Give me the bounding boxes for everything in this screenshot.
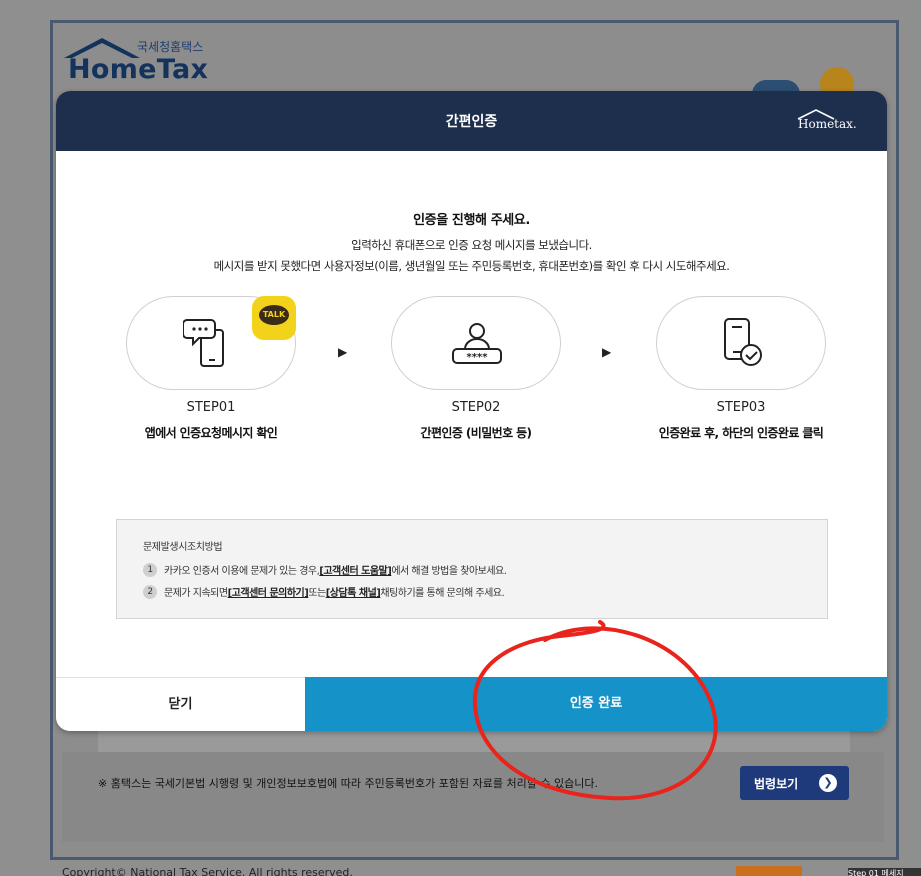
law-view-button[interactable]: 법령보기 ❯	[740, 766, 849, 800]
auth-complete-button[interactable]: 인증 완료	[305, 677, 887, 731]
item2-text-pre: 문제가 지속되면	[164, 588, 228, 599]
copyright-text: Copyright© National Tax Service. All rig…	[62, 866, 353, 876]
simple-auth-modal: 간편인증 Hometax. 인증을 진행해 주세요. 입력하신 휴대폰으로 인증…	[56, 91, 887, 731]
modal-logo-text: Hometax.	[798, 117, 857, 131]
step3-bubble	[656, 296, 826, 390]
auth-headline: 인증을 진행해 주세요.	[413, 213, 530, 228]
kakao-talk-icon: TALK	[252, 296, 296, 340]
step-arrow-1: ▶	[338, 345, 348, 359]
chat-phone-icon	[183, 319, 224, 367]
step1-label: STEP01	[186, 400, 236, 415]
number-badge-1: 1	[143, 562, 157, 577]
auth-description-line1: 입력하신 휴대폰으로 인증 요청 메시지를 보냈습니다.	[351, 238, 592, 252]
chevron-right-icon: ❯	[819, 774, 837, 792]
close-button[interactable]: 닫기	[56, 677, 305, 731]
item1-text-pre: 카카오 인증서 이용에 문제가 있는 경우,	[164, 566, 320, 577]
step1-description: 앱에서 인증요청메시지 확인	[144, 426, 278, 440]
step2-bubble: ****	[391, 296, 561, 390]
svg-text:****: ****	[467, 352, 489, 363]
step3-description: 인증완료 후, 하단의 인증완료 클릭	[658, 426, 824, 440]
privacy-notice: ※ 홈택스는 국세기본법 시행령 및 개인정보보호법에 따라 주민등록번호가 포…	[98, 777, 598, 790]
step3-label: STEP03	[716, 400, 766, 415]
item2-text-mid: 또는	[308, 588, 326, 599]
number-badge-2: 2	[143, 584, 157, 599]
troubleshooting-item-1: 1 카카오 인증서 이용에 문제가 있는 경우, [고객센터 도움말] 에서 해…	[143, 562, 507, 577]
help-center-link[interactable]: [고객센터 도움말]	[319, 562, 392, 577]
talk-badge-text: TALK	[259, 305, 289, 325]
modal-title: 간편인증	[445, 114, 498, 130]
item1-text-post: 에서 해결 방법을 찾아보세요.	[391, 566, 507, 577]
contact-support-link[interactable]: [고객센터 문의하기]	[228, 584, 309, 599]
troubleshooting-item-2: 2 문제가 지속되면 [고객센터 문의하기] 또는 [상담톡 채널] 채팅하기를…	[143, 584, 505, 599]
logo-title: HomeTax	[68, 54, 209, 85]
troubleshooting-box: 문제발생시조치방법 1 카카오 인증서 이용에 문제가 있는 경우, [고객센터…	[116, 519, 828, 619]
footer-tag: Step 01 메세지	[848, 868, 921, 876]
step-arrow-2: ▶	[602, 345, 612, 359]
phone-check-icon	[724, 318, 762, 366]
logo-subtitle: 국세청홈택스	[137, 40, 204, 54]
footer-badge	[736, 866, 802, 876]
user-password-icon: ****	[452, 323, 502, 364]
modal-header: 간편인증 Hometax.	[56, 91, 887, 151]
law-view-label: 법령보기	[754, 776, 799, 791]
step2-description: 간편인증 (비밀번호 등)	[420, 426, 532, 440]
hometax-logo[interactable]: 국세청홈택스 HomeTax	[62, 34, 232, 92]
step2-label: STEP02	[451, 400, 501, 415]
chat-channel-link[interactable]: [상담톡 채널]	[326, 584, 381, 599]
auth-description-line2: 메시지를 받지 못했다면 사용자정보(이름, 생년월일 또는 주민등록번호, 휴…	[213, 259, 730, 273]
modal-footer: 닫기 인증 완료	[56, 677, 887, 731]
troubleshooting-title: 문제발생시조치방법	[143, 542, 223, 553]
hometax-small-logo: Hometax.	[796, 108, 870, 136]
item2-text-post: 채팅하기를 통해 문의해 주세요.	[380, 588, 505, 599]
